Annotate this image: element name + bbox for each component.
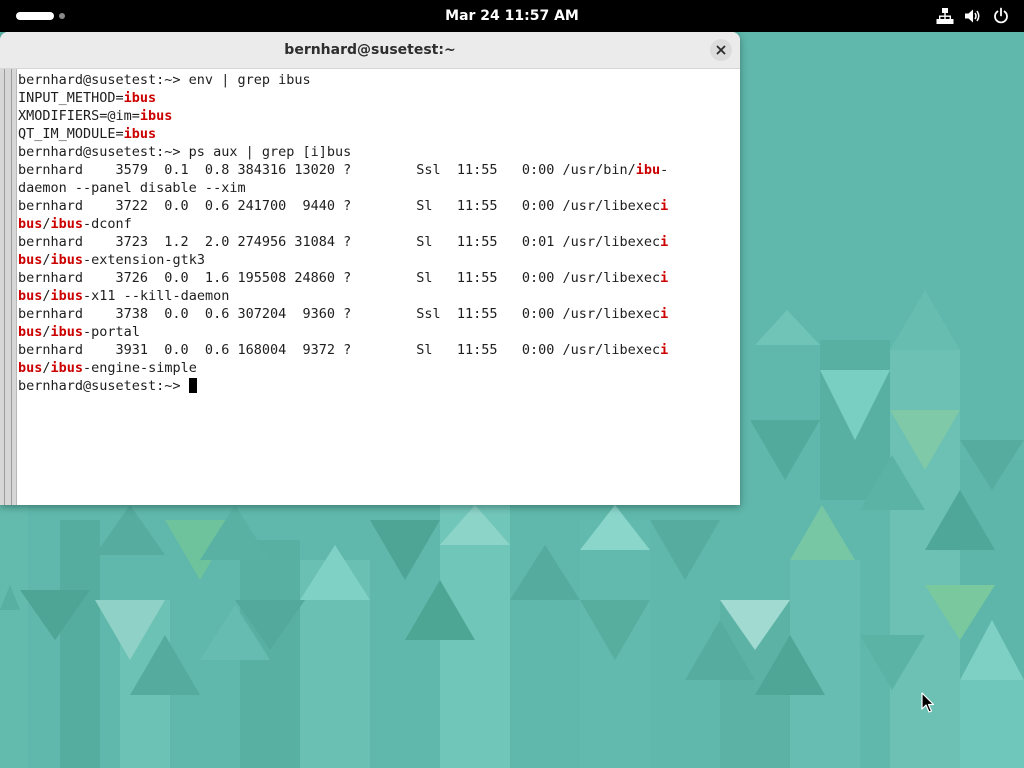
highlighted-match: ibus: [123, 126, 157, 142]
terminal-text: bernhard 3723 1.2 2.0 274956 31084 ? Sl …: [18, 234, 661, 250]
terminal-text: bernhard 3931 0.0 0.6 168004 9372 ? Sl 1…: [18, 342, 661, 358]
terminal-text: /: [42, 252, 51, 268]
terminal-line: bernhard 3722 0.0 0.6 241700 9440 ? Sl 1…: [18, 197, 740, 215]
highlighted-match: i: [660, 234, 669, 250]
terminal-line: bus/ibus-portal: [18, 323, 740, 341]
window-titlebar[interactable]: bernhard@susetest:~: [0, 32, 740, 69]
terminal-text: bernhard@susetest:~>: [18, 378, 189, 394]
terminal-text: bernhard@susetest:~> env | grep ibus: [18, 72, 311, 88]
terminal-line: bus/ibus-extension-gtk3: [18, 251, 740, 269]
close-button[interactable]: [710, 39, 732, 61]
highlighted-match: bus: [18, 360, 43, 376]
clock[interactable]: Mar 24 11:57 AM: [445, 8, 579, 24]
terminal-text: /: [42, 324, 51, 340]
highlighted-match: bus: [18, 216, 43, 232]
scrollbar-track-line: [4, 69, 5, 505]
highlighted-match: bus: [18, 288, 43, 304]
terminal-line: bernhard@susetest:~> env | grep ibus: [18, 71, 740, 89]
terminal-scrollbar[interactable]: [0, 69, 17, 505]
top-bar: Mar 24 11:57 AM: [0, 0, 1024, 32]
highlighted-match: i: [660, 270, 669, 286]
terminal-line: bus/ibus-dconf: [18, 215, 740, 233]
volume-icon[interactable]: [964, 7, 982, 25]
highlighted-match: i: [660, 306, 669, 322]
terminal-line: bus/ibus-x11 --kill-daemon: [18, 287, 740, 305]
terminal-text: -engine-simple: [83, 360, 197, 376]
terminal-line: bernhard 3931 0.0 0.6 168004 9372 ? Sl 1…: [18, 341, 740, 359]
terminal-text: XMODIFIERS=@im=: [18, 108, 140, 124]
workspace-inactive-indicator: [59, 13, 65, 19]
highlighted-match: ibus: [139, 108, 173, 124]
highlighted-match: ibus: [50, 324, 84, 340]
terminal-text: bernhard 3722 0.0 0.6 241700 9440 ? Sl 1…: [18, 198, 661, 214]
terminal-output[interactable]: bernhard@susetest:~> env | grep ibus INPU…: [18, 71, 740, 501]
terminal-line: bernhard 3579 0.1 0.8 384316 13020 ? Ssl…: [18, 161, 740, 179]
terminal-text: /: [42, 360, 51, 376]
text-cursor: [188, 378, 197, 393]
highlighted-match: ibu: [635, 162, 661, 178]
highlighted-match: ibus: [50, 252, 84, 268]
terminal-text: -extension-gtk3: [83, 252, 205, 268]
terminal-text: QT_IM_MODULE=: [18, 126, 124, 142]
terminal-text: daemon --panel disable --xim: [18, 180, 246, 196]
terminal-line: bernhard 3726 0.0 1.6 195508 24860 ? Sl …: [18, 269, 740, 287]
activities-button[interactable]: [10, 10, 65, 22]
system-tray[interactable]: [936, 7, 1010, 25]
close-icon: [716, 45, 726, 55]
highlighted-match: i: [660, 198, 669, 214]
highlighted-match: ibus: [50, 360, 84, 376]
mouse-pointer-icon: [921, 692, 935, 713]
terminal-text: /: [42, 288, 51, 304]
terminal-text: -: [660, 162, 669, 178]
power-icon[interactable]: [992, 7, 1010, 25]
terminal-text: /: [42, 216, 51, 232]
terminal-text: bernhard@susetest:~> ps aux | grep [i]bu…: [18, 144, 352, 160]
highlighted-match: bus: [18, 324, 43, 340]
window-title: bernhard@susetest:~: [284, 42, 456, 58]
terminal-text: -x11 --kill-daemon: [83, 288, 230, 304]
terminal-line: daemon --panel disable --xim: [18, 179, 740, 197]
terminal-line: bernhard 3738 0.0 0.6 307204 9360 ? Ssl …: [18, 305, 740, 323]
terminal-text: -portal: [83, 324, 140, 340]
terminal-text: -dconf: [83, 216, 132, 232]
highlighted-match: ibus: [50, 216, 84, 232]
terminal-text: bernhard 3579 0.1 0.8 384316 13020 ? Ssl…: [18, 162, 636, 178]
highlighted-match: ibus: [50, 288, 84, 304]
highlighted-match: bus: [18, 252, 43, 268]
terminal-line: bernhard 3723 1.2 2.0 274956 31084 ? Sl …: [18, 233, 740, 251]
scrollbar-track-line: [11, 69, 12, 505]
terminal-text: INPUT_METHOD=: [18, 90, 124, 106]
terminal-line: QT_IM_MODULE=ibus: [18, 125, 740, 143]
network-wired-icon[interactable]: [936, 7, 954, 25]
terminal-line: bus/ibus-engine-simple: [18, 359, 740, 377]
terminal-text: bernhard 3726 0.0 1.6 195508 24860 ? Sl …: [18, 270, 661, 286]
terminal-line: bernhard@susetest:~>: [18, 377, 740, 395]
highlighted-match: ibus: [123, 90, 157, 106]
terminal-text: bernhard 3738 0.0 0.6 307204 9360 ? Ssl …: [18, 306, 661, 322]
highlighted-match: i: [660, 342, 669, 358]
terminal-line: bernhard@susetest:~> ps aux | grep [i]bu…: [18, 143, 740, 161]
terminal-line: XMODIFIERS=@im=ibus: [18, 107, 740, 125]
workspace-active-indicator: [16, 12, 54, 20]
terminal-line: INPUT_METHOD=ibus: [18, 89, 740, 107]
